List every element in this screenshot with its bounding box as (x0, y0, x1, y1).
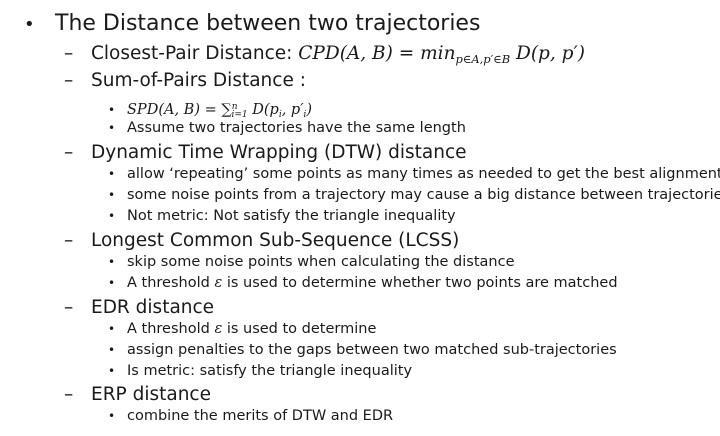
item-bullet: • (108, 322, 116, 336)
section-dash: – (64, 70, 74, 91)
section-edr: – EDR distance (64, 295, 214, 321)
section-lcss: – Longest Common Sub-Sequence (LCSS) (64, 228, 459, 254)
spd-rhs-end: ) (306, 101, 313, 118)
section-title: ERP distance (91, 384, 211, 405)
list-item: • Not metric: Not satisfy the triangle in… (108, 206, 456, 226)
item-bullet: • (108, 209, 116, 223)
section-dash: – (64, 142, 74, 163)
item-bullet: • (108, 409, 116, 423)
slide: • The Distance between two trajectories –… (0, 0, 720, 436)
list-item-text: Is metric: satisfy the triangle inequali… (127, 363, 413, 379)
list-item: • combine the merits of DTW and EDR (108, 406, 393, 426)
list-item: • A threshold ε is used to determine (108, 319, 376, 339)
list-item: • Assume two trajectories have the same l… (108, 118, 466, 138)
threshold-after: is used to determine (222, 321, 377, 337)
section-dash: – (64, 384, 74, 405)
list-item-text: Not metric: Not satisfy the triangle ine… (127, 208, 456, 224)
item-bullet: • (108, 343, 116, 357)
list-item: • skip some noise points when calculating… (108, 252, 515, 272)
section-title: Longest Common Sub-Sequence (LCSS) (91, 230, 460, 251)
section-dtw: – Dynamic Time Wrapping (DTW) distance (64, 140, 467, 166)
cpd-min-subscript: p∈A,p′∈B (455, 52, 511, 66)
spd-lhs: SPD(A, B) = (127, 101, 222, 118)
threshold-before: A threshold (127, 275, 215, 291)
threshold-after: is used to determine whether two points … (222, 275, 618, 291)
item-bullet: • (108, 102, 116, 117)
slide-heading: The Distance between two trajectories (55, 11, 481, 36)
list-item-text: assign penalties to the gaps between two… (127, 342, 617, 358)
item-bullet: • (108, 255, 116, 269)
spd-rhs-middle: , p′ (281, 101, 304, 118)
section-title: Closest-Pair Distance: (91, 43, 299, 64)
heading-bullet: • (24, 14, 35, 35)
section-dash: – (64, 297, 74, 318)
section-sum-of-pairs: – Sum-of-Pairs Distance : (64, 68, 306, 94)
spd-formula: SPD(A, B) = ∑ni=1 D(pi, p′i) (127, 101, 313, 120)
cpd-lhs: CPD(A, B) = (298, 43, 421, 64)
list-item-text: Assume two trajectories have the same le… (127, 120, 466, 136)
threshold-before: A threshold (127, 321, 215, 337)
list-item: • Is metric: satisfy the triangle inequal… (108, 361, 412, 381)
item-bullet: • (108, 167, 116, 181)
section-dash: – (64, 230, 74, 251)
cpd-min: min (420, 43, 456, 64)
list-item: • some noise points from a trajectory may… (108, 185, 720, 205)
list-item-text: allow ‘repeating’ some points as many ti… (127, 166, 720, 182)
list-item-text: some noise points from a trajectory may … (127, 187, 720, 203)
section-dash: – (64, 43, 74, 64)
sum-symbol: ∑ (221, 101, 232, 118)
spd-rhs: D(p (247, 101, 279, 118)
list-item: • allow ‘repeating’ some points as many t… (108, 164, 720, 184)
slide-heading-row: • The Distance between two trajectories (24, 9, 480, 40)
cpd-rhs: D(p, p′) (510, 43, 585, 64)
item-bullet: • (108, 121, 116, 135)
item-bullet: • (108, 364, 116, 378)
item-bullet: • (108, 276, 116, 290)
item-bullet: • (108, 188, 116, 202)
section-title: Dynamic Time Wrapping (DTW) distance (91, 142, 467, 163)
section-title: EDR distance (91, 297, 215, 318)
list-item-text: skip some noise points when calculating … (127, 254, 515, 270)
list-item: • A threshold ε is used to determine whet… (108, 273, 618, 293)
cpd-formula: CPD(A, B) = minp∈A,p′∈B D(p, p′) (298, 43, 585, 66)
section-title: Sum-of-Pairs Distance : (91, 70, 306, 91)
list-item-text: combine the merits of DTW and EDR (127, 408, 394, 424)
section-erp: – ERP distance (64, 382, 211, 408)
list-item: • assign penalties to the gaps between tw… (108, 340, 617, 360)
